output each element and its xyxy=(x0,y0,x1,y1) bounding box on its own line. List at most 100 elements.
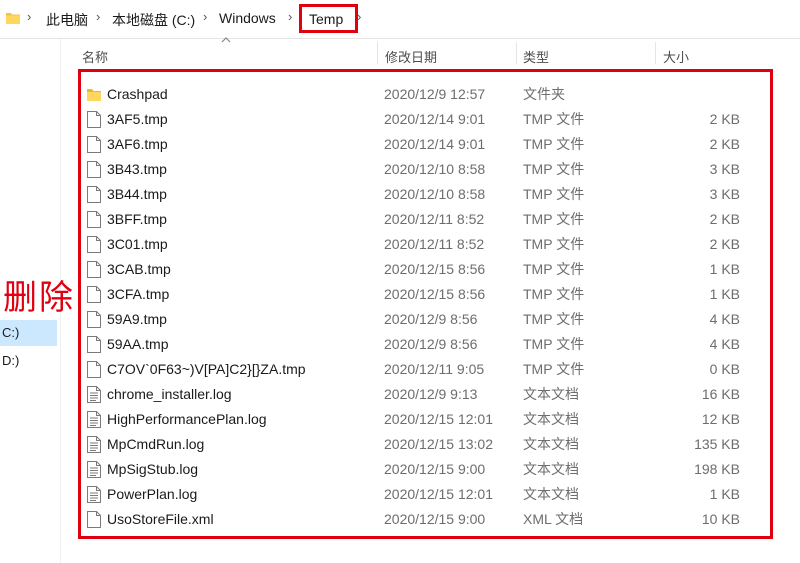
breadcrumb-temp[interactable]: Temp xyxy=(309,11,343,27)
file-modified-date: 2020/12/10 8:58 xyxy=(384,186,486,202)
column-header-type[interactable]: 类型 xyxy=(523,47,549,66)
file-name: HighPerformancePlan.log xyxy=(107,411,267,427)
file-type: TMP 文件 xyxy=(523,311,585,327)
breadcrumb-expand-chevron[interactable]: › xyxy=(357,9,361,24)
file-modified-date: 2020/12/11 8:52 xyxy=(384,211,485,227)
file-row[interactable]: 59AA.tmp 2020/12/9 8:56 TMP 文件 4 KB xyxy=(81,332,770,357)
file-name: MpSigStub.log xyxy=(107,461,199,477)
file-name: PowerPlan.log xyxy=(107,486,198,502)
file-row[interactable]: 3B43.tmp 2020/12/10 8:58 TMP 文件 3 KB xyxy=(81,157,770,182)
delete-annotation: 删除 xyxy=(3,278,75,318)
file-name: 59AA.tmp xyxy=(107,336,169,352)
column-divider[interactable] xyxy=(655,42,656,64)
file-size: 1 KB xyxy=(709,286,740,302)
file-row[interactable]: 3AF6.tmp 2020/12/14 9:01 TMP 文件 2 KB xyxy=(81,132,770,157)
file-modified-date: 2020/12/11 8:52 xyxy=(384,236,485,252)
file-size: 1 KB xyxy=(709,486,740,502)
file-modified-date: 2020/12/14 9:01 xyxy=(384,111,486,127)
file-size: 2 KB xyxy=(709,236,740,252)
text-file-icon xyxy=(87,411,101,428)
file-row[interactable]: Crashpad 2020/12/9 12:57 文件夹 xyxy=(81,82,770,107)
breadcrumb-windows[interactable]: Windows xyxy=(219,10,276,26)
folder-icon xyxy=(6,13,20,24)
file-size: 10 KB xyxy=(701,511,740,527)
file-modified-date: 2020/12/14 9:01 xyxy=(384,136,486,152)
file-row[interactable]: 59A9.tmp 2020/12/9 8:56 TMP 文件 4 KB xyxy=(81,307,770,332)
breadcrumb-this-pc[interactable]: 此电脑 xyxy=(46,10,88,30)
file-type: TMP 文件 xyxy=(523,236,585,252)
file-list: Crashpad 2020/12/9 12:57 文件夹 3AF5.tmp 2020/1… xyxy=(78,69,773,539)
file-name: 3B43.tmp xyxy=(107,161,167,177)
file-size: 2 KB xyxy=(709,136,740,152)
nav-item-drive-d[interactable]: D:) xyxy=(0,348,57,374)
file-row[interactable]: chrome_installer.log 2020/12/9 9:13 文本文档 16… xyxy=(81,382,770,407)
file-size: 3 KB xyxy=(709,186,740,202)
file-row[interactable]: PowerPlan.log 2020/12/15 12:01 文本文档 1 KB xyxy=(81,482,770,507)
file-size: 198 KB xyxy=(694,461,740,477)
file-modified-date: 2020/12/9 8:56 xyxy=(384,336,478,352)
column-header-name[interactable]: 名称 xyxy=(82,47,108,66)
file-icon xyxy=(87,311,101,328)
address-bar[interactable]: › 此电脑 › 本地磁盘 (C:) › Windows › Temp › xyxy=(0,0,800,39)
file-type: 文本文档 xyxy=(523,461,579,477)
file-size: 4 KB xyxy=(709,336,740,352)
file-row[interactable]: 3CAB.tmp 2020/12/15 8:56 TMP 文件 1 KB xyxy=(81,257,770,282)
file-size: 4 KB xyxy=(709,311,740,327)
breadcrumb-local-disk[interactable]: 本地磁盘 (C:) xyxy=(112,10,195,30)
column-divider[interactable] xyxy=(377,42,378,64)
sort-ascending-icon[interactable] xyxy=(221,36,231,44)
file-type: TMP 文件 xyxy=(523,136,585,152)
file-size: 3 KB xyxy=(709,161,740,177)
file-row[interactable]: C7OV`0F63~)V[PA]C2}[}ZA.tmp 2020/12/11 9:… xyxy=(81,357,770,382)
file-name: 3AF6.tmp xyxy=(107,136,168,152)
file-type: 文本文档 xyxy=(523,386,579,402)
file-name: 59A9.tmp xyxy=(107,311,167,327)
file-icon xyxy=(87,511,101,528)
breadcrumb-separator: › xyxy=(203,9,208,24)
column-divider[interactable] xyxy=(516,42,517,64)
nav-item-drive-c[interactable]: C:) xyxy=(0,320,57,346)
file-name: Crashpad xyxy=(107,86,168,102)
file-modified-date: 2020/12/15 13:02 xyxy=(384,436,493,452)
file-type: TMP 文件 xyxy=(523,111,585,127)
file-name: UsoStoreFile.xml xyxy=(107,511,214,527)
file-type: 文本文档 xyxy=(523,486,579,502)
file-modified-date: 2020/12/9 12:57 xyxy=(384,86,486,102)
file-name: chrome_installer.log xyxy=(107,386,232,402)
file-icon xyxy=(87,136,101,153)
file-icon xyxy=(87,161,101,178)
file-icon xyxy=(87,236,101,253)
file-name: 3B44.tmp xyxy=(107,186,167,202)
file-row[interactable]: 3CFA.tmp 2020/12/15 8:56 TMP 文件 1 KB xyxy=(81,282,770,307)
file-name: MpCmdRun.log xyxy=(107,436,205,452)
file-size: 2 KB xyxy=(709,211,740,227)
file-modified-date: 2020/12/15 8:56 xyxy=(384,261,486,277)
file-row[interactable]: 3AF5.tmp 2020/12/14 9:01 TMP 文件 2 KB xyxy=(81,107,770,132)
file-row[interactable]: 3C01.tmp 2020/12/11 8:52 TMP 文件 2 KB xyxy=(81,232,770,257)
file-row[interactable]: MpCmdRun.log 2020/12/15 13:02 文本文档 135 KB xyxy=(81,432,770,457)
file-type: TMP 文件 xyxy=(523,286,585,302)
column-header-size[interactable]: 大小 xyxy=(663,47,689,66)
file-icon xyxy=(87,211,101,228)
file-modified-date: 2020/12/15 8:56 xyxy=(384,286,486,302)
file-row[interactable]: MpSigStub.log 2020/12/15 9:00 文本文档 198 KB xyxy=(81,457,770,482)
text-file-icon xyxy=(87,461,101,478)
file-row[interactable]: HighPerformancePlan.log 2020/12/15 12:01 文… xyxy=(81,407,770,432)
file-row[interactable]: 3B44.tmp 2020/12/10 8:58 TMP 文件 3 KB xyxy=(81,182,770,207)
file-size: 1 KB xyxy=(709,261,740,277)
file-icon xyxy=(87,361,101,378)
text-file-icon xyxy=(87,436,101,453)
file-type: TMP 文件 xyxy=(523,211,585,227)
file-type: TMP 文件 xyxy=(523,186,585,202)
column-header-date[interactable]: 修改日期 xyxy=(385,47,437,66)
file-modified-date: 2020/12/15 12:01 xyxy=(384,411,493,427)
file-row[interactable]: UsoStoreFile.xml 2020/12/15 9:00 XML 文档 10 … xyxy=(81,507,770,532)
file-modified-date: 2020/12/15 9:00 xyxy=(384,511,486,527)
file-icon xyxy=(87,261,101,278)
file-row[interactable]: 3BFF.tmp 2020/12/11 8:52 TMP 文件 2 KB xyxy=(81,207,770,232)
file-size: 0 KB xyxy=(709,361,740,377)
file-name: 3AF5.tmp xyxy=(107,111,168,127)
text-file-icon xyxy=(87,486,101,503)
file-type: TMP 文件 xyxy=(523,161,585,177)
file-type: 文件夹 xyxy=(523,86,565,102)
